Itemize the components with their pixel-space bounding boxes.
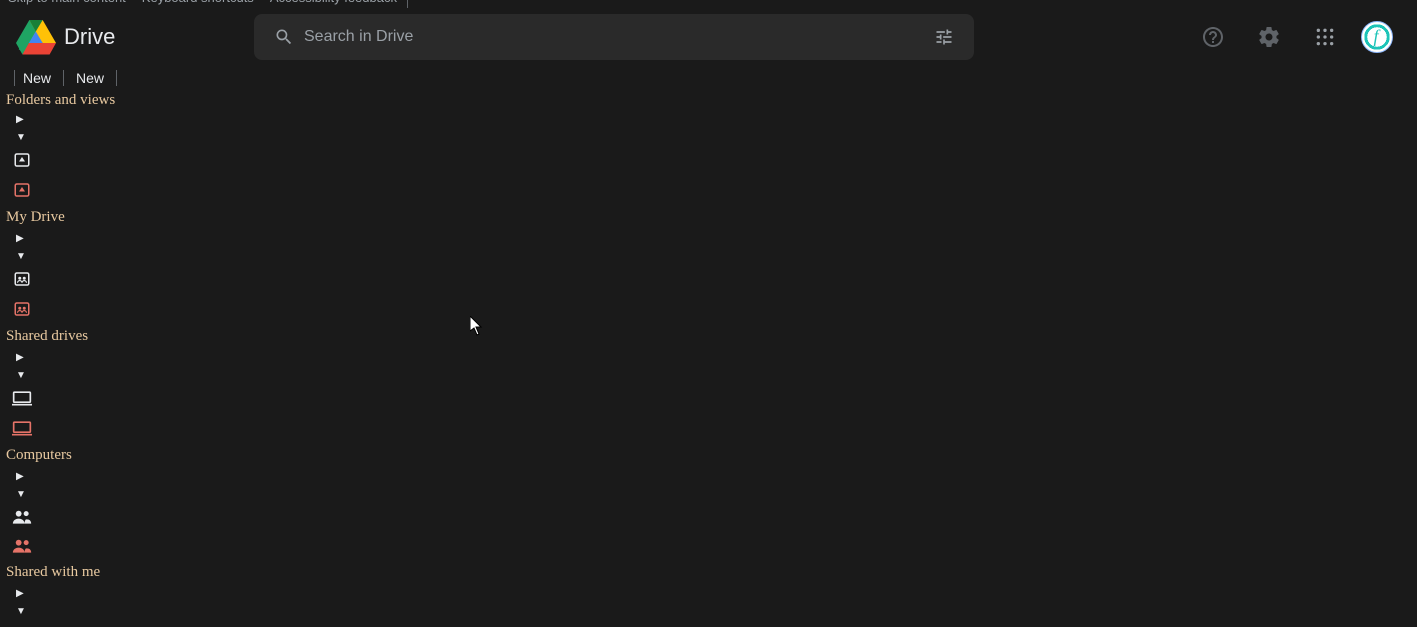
new-button[interactable]: New <box>14 70 64 86</box>
expand-down-icon[interactable]: ▼ <box>6 603 240 621</box>
computers-icon-active[interactable] <box>12 418 32 438</box>
app-name: Drive <box>64 24 115 50</box>
shared-drives-icon[interactable] <box>12 269 32 289</box>
expand-down-icon[interactable]: ▼ <box>6 248 240 266</box>
avatar-initial: f <box>1373 26 1378 47</box>
skip-links: Skip to main content Keyboard shortcuts … <box>0 0 1417 10</box>
main-content <box>240 64 1417 627</box>
help-icon[interactable] <box>1193 17 1233 57</box>
accessibility-feedback-link[interactable]: Accessibility feedback <box>270 0 408 8</box>
expand-right-icon[interactable]: ▶ <box>6 349 240 367</box>
expand-right-icon[interactable]: ▶ <box>6 230 240 248</box>
expand-right-icon[interactable]: ▶ <box>6 585 240 603</box>
sidebar: New New Folders and views ▶ ▼ My Drive ▶ <box>0 64 240 627</box>
drive-logo-icon <box>16 19 56 55</box>
topbar: Drive <box>0 10 1417 64</box>
logo-area[interactable]: Drive <box>16 19 254 55</box>
apps-grid-icon[interactable] <box>1305 17 1345 57</box>
shared-drives-icon-active[interactable] <box>12 299 32 319</box>
search-options-icon[interactable] <box>924 27 964 47</box>
shared-with-me-icon[interactable] <box>12 507 32 527</box>
computers-icon[interactable] <box>12 388 32 408</box>
expand-down-icon[interactable]: ▼ <box>6 486 240 504</box>
expand-right-icon[interactable]: ▶ <box>6 468 240 486</box>
expand-down-icon[interactable]: ▼ <box>6 129 240 147</box>
my-drive-label[interactable]: My Drive <box>6 207 240 228</box>
folders-and-views-label: Folders and views <box>6 90 240 111</box>
search-input[interactable] <box>304 28 924 46</box>
search-icon[interactable] <box>264 27 304 47</box>
my-drive-icon-active[interactable] <box>12 180 32 200</box>
computers-label[interactable]: Computers <box>6 445 240 466</box>
topbar-right: f <box>1193 17 1401 57</box>
expand-down-icon[interactable]: ▼ <box>6 367 240 385</box>
search-container[interactable] <box>254 14 974 60</box>
expand-right-icon[interactable]: ▶ <box>6 111 240 129</box>
shared-with-me-label[interactable]: Shared with me <box>6 562 240 583</box>
shared-with-me-icon-active[interactable] <box>12 536 32 556</box>
mouse-cursor-icon <box>470 316 484 336</box>
account-avatar[interactable]: f <box>1361 21 1393 53</box>
settings-icon[interactable] <box>1249 17 1289 57</box>
keyboard-shortcuts-link[interactable]: Keyboard shortcuts <box>142 0 254 8</box>
shared-drives-label[interactable]: Shared drives <box>6 326 240 347</box>
new-button-alt[interactable]: New <box>76 70 117 86</box>
my-drive-icon[interactable] <box>12 150 32 170</box>
skip-main-content-link[interactable]: Skip to main content <box>8 0 126 8</box>
